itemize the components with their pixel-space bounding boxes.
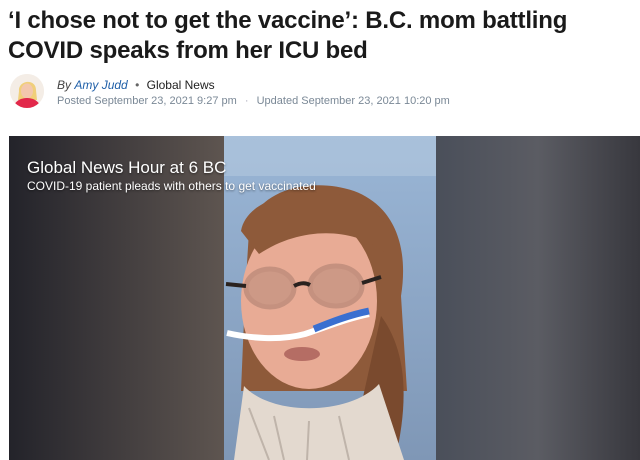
outlet-name: Global News bbox=[146, 78, 215, 92]
video-player[interactable]: Global News Hour at 6 BC COVID-19 patien… bbox=[9, 136, 640, 460]
video-title: Global News Hour at 6 BC bbox=[27, 158, 227, 177]
posted-date: Posted September 23, 2021 9:27 pm bbox=[57, 95, 237, 107]
updated-date: Updated September 23, 2021 10:20 pm bbox=[256, 95, 450, 107]
byline-author-line: By Amy Judd • Global News bbox=[57, 78, 215, 92]
byline-by-label: By bbox=[57, 78, 72, 92]
article-headline: ‘I chose not to get the vaccine’: B.C. m… bbox=[8, 7, 568, 64]
article-byline: By Amy Judd • Global News Posted Septemb… bbox=[10, 72, 630, 116]
author-avatar-image bbox=[10, 74, 44, 108]
byline-dates: Posted September 23, 2021 9:27 pm · Upda… bbox=[57, 95, 450, 107]
author-avatar[interactable] bbox=[10, 74, 44, 108]
video-subtitle: COVID-19 patient pleads with others to g… bbox=[27, 179, 316, 193]
byline-separator: • bbox=[135, 78, 140, 92]
author-link[interactable]: Amy Judd bbox=[74, 78, 127, 92]
date-separator: · bbox=[244, 95, 249, 107]
